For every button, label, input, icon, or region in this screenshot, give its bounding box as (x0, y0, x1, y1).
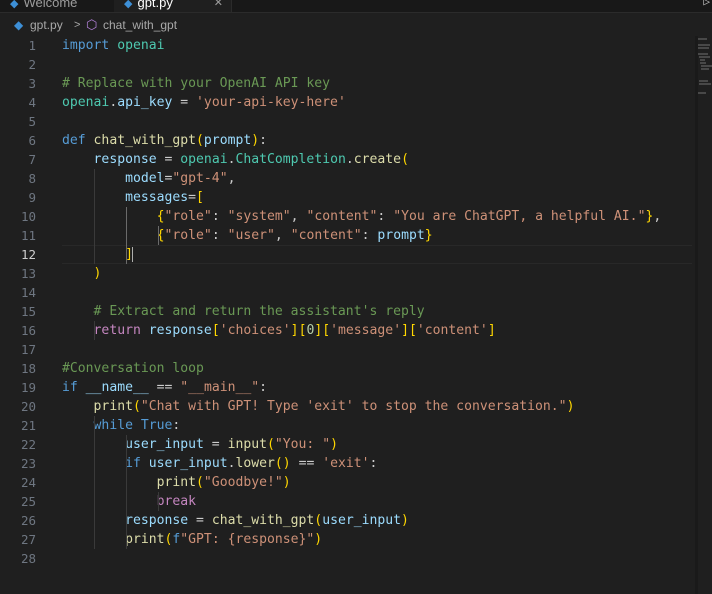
code-line[interactable]: ] (62, 245, 133, 264)
line-number: 28 (20, 551, 36, 566)
code-line[interactable]: {"role": "system", "content": "You are C… (62, 207, 662, 226)
code-line[interactable]: response = openai.ChatCompletion.create( (62, 150, 409, 169)
code-line[interactable]: while True: (62, 416, 181, 435)
line-number: 2 (28, 57, 36, 72)
line-number: 14 (20, 285, 36, 300)
line-number: 4 (28, 95, 36, 110)
line-number: 25 (20, 494, 36, 509)
editor-tab-bar: ◆ Welcome ◆ gpt.py ✕ ▷ (0, 0, 712, 13)
code-line[interactable]: print(f"GPT: {response}") (62, 530, 322, 549)
code-line[interactable]: user_input = input("You: ") (62, 435, 338, 454)
code-line[interactable]: return response['choices'][0]['message']… (62, 321, 496, 340)
line-number: 12 (20, 247, 36, 262)
tab-gpt-py[interactable]: ◆ gpt.py ✕ (114, 0, 232, 12)
line-number: 5 (28, 114, 36, 129)
line-number: 16 (20, 323, 36, 338)
indent-guide (126, 435, 127, 549)
code-line[interactable]: {"role": "user", "content": prompt} (62, 226, 433, 245)
method-symbol-icon: ⬡ (86, 17, 98, 32)
tab-label: gpt.py (137, 0, 173, 10)
text-cursor (131, 247, 133, 262)
line-number: 26 (20, 513, 36, 528)
line-number: 6 (28, 133, 36, 148)
line-number: 1 (28, 38, 36, 53)
code-line[interactable]: break (62, 492, 196, 511)
close-icon[interactable]: ✕ (214, 0, 223, 12)
indent-guide (94, 321, 95, 340)
tab-welcome[interactable]: ◆ Welcome (0, 0, 112, 12)
line-number: 8 (28, 171, 36, 186)
line-number: 20 (20, 399, 36, 414)
line-number: 11 (20, 228, 36, 243)
indent-guide (126, 207, 127, 264)
code-editor[interactable]: 1 2 3 4 5 6 7 8 9 10 11 12 13 14 15 16 17 18 19 20 21 22 23 24 2… (0, 36, 695, 594)
breadcrumb: ◆ gpt.py > ⬡ chat_with_gpt (0, 14, 712, 36)
run-icon[interactable]: ▷ (703, 0, 710, 8)
minimap[interactable] (698, 36, 712, 96)
indent-guide (158, 492, 159, 511)
python-file-icon: ◆ (14, 18, 24, 32)
line-number: 23 (20, 456, 36, 471)
indent-guide (94, 169, 95, 264)
code-line[interactable]: print("Chat with GPT! Type 'exit' to sto… (62, 397, 575, 416)
line-number: 3 (28, 76, 36, 91)
line-number: 19 (20, 380, 36, 395)
line-number: 27 (20, 532, 36, 547)
line-number: 24 (20, 475, 36, 490)
line-number: 13 (20, 266, 36, 281)
breadcrumb-symbol[interactable]: chat_with_gpt (103, 14, 177, 36)
indent-guide (94, 416, 95, 549)
line-number: 18 (20, 361, 36, 376)
line-number: 17 (20, 342, 36, 357)
code-line[interactable]: model="gpt-4", (62, 169, 235, 188)
code-line[interactable]: openai.api_key = 'your-api-key-here' (62, 93, 346, 112)
vertical-scrollbar[interactable] (695, 36, 698, 594)
code-line[interactable]: messages=[ (62, 188, 204, 207)
vscode-icon: ◆ (10, 0, 19, 10)
line-number: 21 (20, 418, 36, 433)
current-line-highlight (62, 245, 692, 264)
code-line[interactable]: ) (62, 264, 102, 283)
python-file-icon: ◆ (124, 0, 133, 10)
line-number: 7 (28, 152, 36, 167)
tab-label: Welcome (23, 0, 78, 10)
code-line[interactable]: if __name__ == "__main__": (62, 378, 267, 397)
code-line[interactable]: response = chat_with_gpt(user_input) (62, 511, 409, 530)
code-line[interactable]: #Conversation loop (62, 359, 204, 378)
breadcrumb-file[interactable]: gpt.py (30, 14, 63, 36)
code-line[interactable]: import openai (62, 36, 165, 55)
code-line[interactable]: def chat_with_gpt(prompt): (62, 131, 267, 150)
chevron-right-icon: > (74, 19, 81, 31)
code-line[interactable]: if user_input.lower() == 'exit': (62, 454, 377, 473)
line-number: 22 (20, 437, 36, 452)
line-number: 9 (28, 190, 36, 205)
code-line[interactable]: # Extract and return the assistant's rep… (62, 302, 425, 321)
code-line[interactable]: # Replace with your OpenAI API key (62, 74, 330, 93)
line-number: 15 (20, 304, 36, 319)
line-number: 10 (20, 209, 36, 224)
indent-guide (158, 226, 159, 245)
code-line[interactable]: print("Goodbye!") (62, 473, 291, 492)
